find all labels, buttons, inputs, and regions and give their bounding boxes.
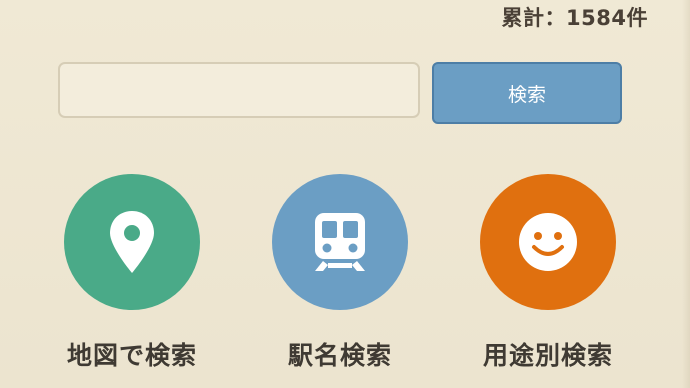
- map-search-label[interactable]: 地図で検索: [22, 336, 242, 372]
- search-input[interactable]: [58, 62, 420, 118]
- map-search-circle[interactable]: [64, 174, 200, 310]
- train-icon: [309, 209, 371, 275]
- station-search-option[interactable]: 駅名検索: [230, 174, 450, 388]
- purpose-search-label[interactable]: 用途別検索: [438, 336, 658, 372]
- station-search-label[interactable]: 駅名検索: [230, 336, 450, 372]
- app-screen: 累計：1584件 検索 地図で検索 駅名検索 用途別検索: [0, 0, 690, 388]
- station-search-circle[interactable]: [272, 174, 408, 310]
- total-count-label: 累計：1584件: [501, 6, 648, 30]
- purpose-search-option[interactable]: 用途別検索: [438, 174, 658, 388]
- purpose-search-circle[interactable]: [480, 174, 616, 310]
- search-button[interactable]: 検索: [432, 62, 622, 124]
- smiley-icon: [517, 211, 579, 273]
- page-edge-shadow: [682, 0, 690, 388]
- map-search-option[interactable]: 地図で検索: [22, 174, 242, 388]
- map-pin-icon: [107, 209, 157, 275]
